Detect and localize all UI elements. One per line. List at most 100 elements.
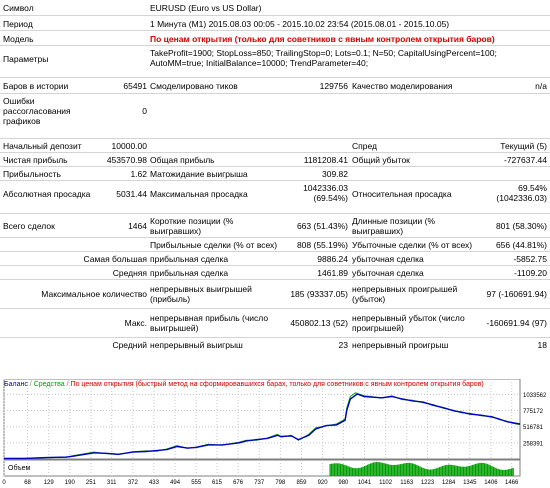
max-wins-value: 185 (93337.05) [290, 289, 348, 299]
volume-bar [506, 469, 508, 476]
short-label: Короткие позиции (% выигравших) [150, 216, 234, 236]
volume-bar [451, 464, 453, 476]
volume-bar [388, 464, 390, 476]
x-tick-label: 980 [338, 480, 349, 486]
volume-bar [482, 462, 484, 476]
x-tick-label: 798 [275, 480, 286, 486]
volume-bar [511, 468, 513, 476]
volume-bar [424, 468, 426, 476]
profit-trades-value: 808 (55.19%) [296, 240, 348, 250]
x-tick-label: 1102 [379, 480, 393, 486]
volume-bar [361, 467, 363, 476]
volume-bar [352, 467, 354, 476]
deposit-value: 10000.00 [111, 141, 147, 151]
x-tick-label: 1223 [421, 480, 435, 486]
volume-bar [365, 465, 367, 476]
drawdown-row: Абсолютная просадка 5031.44 Максимальная… [0, 180, 550, 207]
volume-bar [383, 463, 385, 476]
spread-label: Спред [352, 141, 377, 151]
rel-dd-value: 69.54% (1042336.03) [496, 183, 547, 203]
largest-row: Самая большая прибыльная сделка 9886.24 … [0, 251, 550, 266]
volume-bar [386, 464, 388, 476]
volume-bar [484, 463, 486, 476]
volume-bar [337, 463, 339, 476]
volume-bar [343, 464, 345, 476]
volume-bar [398, 464, 400, 476]
volume-bar [418, 465, 420, 476]
volume-bar [427, 469, 429, 476]
legend-equity: Средства [33, 381, 65, 388]
volume-bar [508, 469, 510, 476]
volume-bar [380, 462, 382, 476]
largest-loss-value: -5852.75 [513, 254, 547, 264]
x-tick-label: 1041 [358, 480, 372, 486]
x-tick-label: 555 [191, 480, 202, 486]
largest-profit-label: прибыльная сделка [150, 254, 229, 264]
x-tick-label: 676 [233, 480, 244, 486]
volume-bar [329, 464, 331, 476]
average-label: Средняя [112, 268, 147, 278]
volume-bar [481, 462, 483, 476]
volume-bar [434, 468, 436, 476]
x-tick-label: 372 [128, 480, 139, 486]
volume-bar [355, 468, 357, 476]
volume-bar [503, 469, 505, 476]
legend-balance: Баланс [4, 381, 28, 388]
x-tick-label: 615 [212, 480, 223, 486]
volume-bar [394, 465, 396, 476]
volume-bar [358, 468, 360, 476]
rel-dd-label: Относительная просадка [352, 189, 452, 199]
volume-bar [500, 469, 502, 476]
loss-trades-label: Убыточные сделки (% от всех) [352, 240, 473, 250]
loss-trades-value: 656 (44.81%) [495, 240, 547, 250]
volume-bar [512, 468, 514, 476]
volume-bar [421, 467, 423, 476]
volume-bar [416, 465, 418, 476]
abs-dd-value: 5031.44 [116, 189, 147, 199]
volume-bar [356, 468, 358, 476]
volume-bar [391, 464, 393, 476]
volume-bar [341, 464, 343, 476]
largest-loss-label: убыточная сделка [352, 254, 424, 264]
largest-label: Самая большая [83, 254, 147, 264]
volume-bar [370, 463, 372, 476]
volume-bar [478, 463, 480, 476]
volume-bar [422, 467, 424, 476]
period-value: 1 Минута (M1) 2015.08.03 00:05 - 2015.10… [150, 19, 450, 29]
avg-cons-row: Средний непрерывный выигрыш 23 непрерывн… [0, 337, 550, 352]
x-tick-label: 737 [254, 480, 265, 486]
volume-bar [385, 463, 387, 476]
volume-bar [349, 466, 351, 476]
x-tick-label: 1163 [400, 480, 414, 486]
balance-chart: 1033562 775172 516781 258391 0 68 129 190 251 31… [0, 378, 550, 486]
max-dd-value: 1042336.03 (69.54%) [303, 183, 348, 203]
volume-bar [454, 465, 456, 476]
volume-bar [400, 464, 402, 476]
model-label: Модель [3, 34, 34, 44]
avg-profit-label: прибыльная сделка [150, 268, 229, 278]
y-tick-label: 516781 [523, 425, 544, 431]
volume-bar [509, 468, 511, 476]
volume-bar [476, 463, 478, 476]
volume-bar [331, 463, 333, 476]
avg-wins-label: непрерывный выигрыш [150, 340, 243, 350]
profit-trades-label: Прибыльные сделки (% от всех) [150, 240, 278, 250]
volume-bar [379, 462, 381, 476]
volume-bar [430, 469, 432, 476]
ticks-label: Смоделировано тиков [150, 81, 238, 91]
bars-value: 65491 [123, 81, 147, 91]
volume-bar [389, 464, 391, 476]
max-val-label: Макс. [124, 318, 147, 328]
volume-bar [466, 466, 468, 476]
net-label: Чистая прибыль [3, 155, 68, 165]
short-value: 663 (51.43%) [296, 221, 348, 231]
volume-bar [433, 469, 435, 476]
volume-bar [485, 463, 487, 476]
net-row: Чистая прибыль 453570.98 Общая прибыль 1… [0, 152, 550, 167]
x-tick-label: 1284 [442, 480, 456, 486]
deposit-row: Начальный депозит 10000.00 Спред Текущий… [0, 138, 550, 153]
avg-cons-label: Средний [112, 340, 147, 350]
volume-bar [340, 463, 342, 476]
max-count-label: Максимальное количество [41, 289, 147, 299]
balance-chart-svg: 1033562 775172 516781 258391 0 68 129 190 251 31… [2, 378, 547, 486]
